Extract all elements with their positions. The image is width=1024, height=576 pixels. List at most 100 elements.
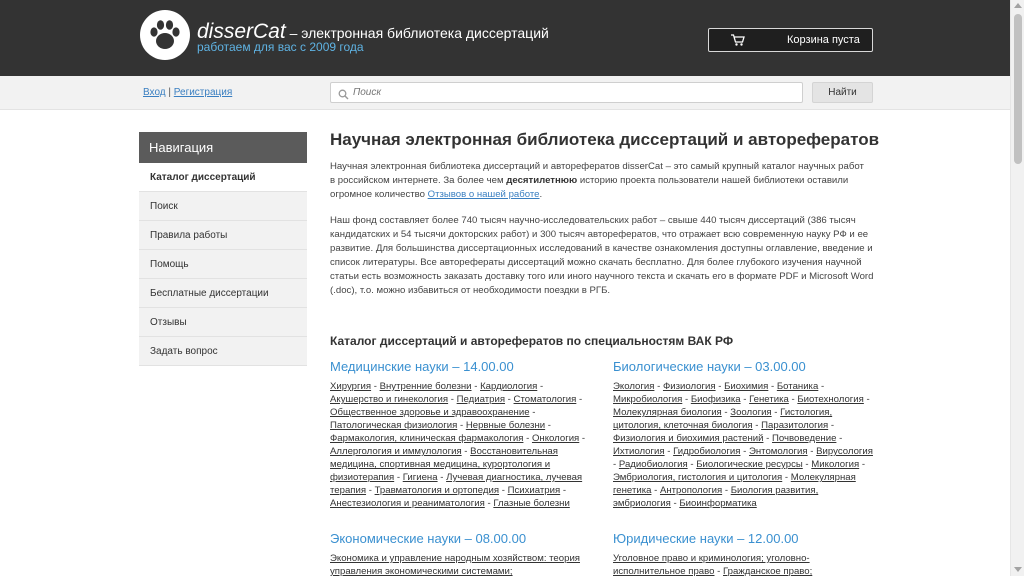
category-link[interactable]: Гражданское право;	[723, 566, 812, 576]
category-link[interactable]: Педиатрия	[457, 394, 505, 405]
search-box[interactable]	[330, 82, 803, 103]
category-link[interactable]: Биотехнология	[797, 394, 864, 405]
category-link[interactable]: Радиобиология	[619, 459, 688, 470]
category-links-economics: Экономика и управление народным хозяйств…	[330, 552, 592, 576]
link-separator: -	[740, 446, 749, 457]
link-separator: -	[654, 381, 663, 392]
category-link[interactable]: Генетика	[749, 394, 789, 405]
category-title-law[interactable]: Юридические науки – 12.00.00	[613, 531, 875, 546]
link-separator: -	[687, 459, 697, 470]
category-link[interactable]: Биохимия	[724, 381, 768, 392]
category-link[interactable]: Экономика и управление народным хозяйств…	[330, 553, 580, 576]
category-link[interactable]: Гигиена	[403, 472, 438, 483]
category-link[interactable]: Паразитология	[761, 420, 828, 431]
scroll-up-arrow-icon[interactable]	[1014, 3, 1022, 8]
category-link[interactable]: Онкология	[532, 433, 579, 444]
category-link[interactable]: Кардиология	[480, 381, 537, 392]
scrollbar[interactable]	[1010, 0, 1024, 576]
page-title: Научная электронная библиотека диссертац…	[330, 130, 880, 149]
nav-item-rules[interactable]: Правила работы	[139, 221, 307, 250]
auth-links: Вход | Регистрация	[143, 87, 232, 98]
category-link[interactable]: Анестезиология и реаниматология	[330, 498, 485, 509]
link-separator: -	[523, 433, 532, 444]
scroll-thumb[interactable]	[1014, 14, 1022, 164]
search-input[interactable]	[353, 85, 793, 100]
category-medical: Медицинские науки – 14.00.00 Хирургия - …	[330, 359, 592, 510]
link-separator: -	[828, 420, 835, 431]
category-link[interactable]: Стоматология	[514, 394, 577, 405]
category-link[interactable]: Глазные болезни	[493, 498, 569, 509]
nav-item-reviews[interactable]: Отзывы	[139, 308, 307, 337]
category-link[interactable]: Хирургия	[330, 381, 371, 392]
login-link[interactable]: Вход	[143, 87, 166, 98]
link-separator: -	[715, 381, 725, 392]
category-link[interactable]: Нервные болезни	[466, 420, 545, 431]
category-link[interactable]: Экология	[613, 381, 654, 392]
register-link[interactable]: Регистрация	[174, 87, 232, 98]
category-link[interactable]: Внутренние болезни	[380, 381, 472, 392]
link-separator: -	[499, 485, 508, 496]
catalog-heading: Каталог диссертаций и авторефератов по с…	[330, 334, 734, 348]
scroll-down-arrow-icon[interactable]	[1014, 567, 1022, 572]
category-link[interactable]: Зоология	[730, 407, 771, 418]
reviews-link[interactable]: Отзывов о нашей работе	[428, 189, 540, 200]
link-separator: -	[461, 446, 471, 457]
link-separator: -	[366, 485, 375, 496]
category-law: Юридические науки – 12.00.00 Уголовное п…	[613, 531, 875, 576]
category-title-medical[interactable]: Медицинские науки – 14.00.00	[330, 359, 592, 374]
link-separator: -	[651, 485, 660, 496]
nav-item-search[interactable]: Поиск	[139, 192, 307, 221]
category-link[interactable]: Психиатрия	[508, 485, 561, 496]
main-content: Научная электронная библиотека диссертац…	[330, 130, 880, 576]
cart-button[interactable]: Корзина пуста	[708, 28, 873, 52]
category-link[interactable]: Биологические ресурсы	[696, 459, 803, 470]
link-separator: -	[537, 381, 544, 392]
nav-item-catalog[interactable]: Каталог диссертаций	[139, 163, 307, 192]
category-link[interactable]: Гидробиология	[673, 446, 740, 457]
link-separator: -	[457, 420, 466, 431]
category-link[interactable]: Физиология	[663, 381, 716, 392]
nav-item-free-dissertations[interactable]: Бесплатные диссертации	[139, 279, 307, 308]
search-button[interactable]: Найти	[812, 82, 873, 103]
category-link[interactable]: Общественное здоровье и здравоохранение	[330, 407, 530, 418]
brand-tagline: – электронная библиотека диссертаций	[285, 25, 549, 41]
link-separator: -	[682, 394, 691, 405]
category-link[interactable]: Травматология и ортопедия	[375, 485, 499, 496]
category-links-medical: Хирургия - Внутренние болезни - Кардиоло…	[330, 380, 592, 510]
category-link[interactable]: Эмбриология, гистология и цитология	[613, 472, 782, 483]
category-link[interactable]: Микология	[811, 459, 859, 470]
auth-separator: |	[165, 87, 174, 98]
category-link[interactable]: Энтомология	[749, 446, 808, 457]
category-title-economics[interactable]: Экономические науки – 08.00.00	[330, 531, 592, 546]
nav-title: Навигация	[139, 132, 307, 163]
link-separator: -	[529, 407, 536, 418]
category-link[interactable]: Фармакология, клиническая фармакология	[330, 433, 523, 444]
category-link[interactable]: Ботаника	[777, 381, 818, 392]
nav-item-ask-question[interactable]: Задать вопрос	[139, 337, 307, 366]
link-separator: -	[807, 446, 817, 457]
category-link[interactable]: Биоинформатика	[679, 498, 756, 509]
intro-paragraph: Научная электронная библиотека диссертац…	[330, 160, 870, 202]
category-link[interactable]: Аллергология и иммулология	[330, 446, 462, 457]
category-link[interactable]: Акушерство и гинекология	[330, 394, 448, 405]
category-link[interactable]: Физиология и биохимия растений	[613, 433, 763, 444]
category-link[interactable]: Ихтиология	[613, 446, 665, 457]
category-link[interactable]: Антропология	[660, 485, 722, 496]
link-separator: -	[771, 407, 781, 418]
category-title-biology[interactable]: Биологические науки – 03.00.00	[613, 359, 875, 374]
category-link[interactable]: Почвоведение	[772, 433, 836, 444]
category-link[interactable]: Патологическая физиология	[330, 420, 457, 431]
category-economics: Экономические науки – 08.00.00 Экономика…	[330, 531, 592, 576]
category-links-biology: Экология - Физиология - Биохимия - Ботан…	[613, 380, 875, 510]
category-link[interactable]: Биофизика	[691, 394, 741, 405]
category-link[interactable]: Молекулярная биология	[613, 407, 722, 418]
nav-item-help[interactable]: Помощь	[139, 250, 307, 279]
paw-logo-icon[interactable]	[140, 10, 190, 60]
link-separator: -	[859, 459, 866, 470]
category-link[interactable]: Вирусология	[816, 446, 873, 457]
link-separator: -	[721, 407, 731, 418]
category-biology: Биологические науки – 03.00.00 Экология …	[613, 359, 875, 510]
link-separator: -	[437, 472, 447, 483]
category-link[interactable]: Микробиология	[613, 394, 682, 405]
link-separator: -	[836, 433, 843, 444]
